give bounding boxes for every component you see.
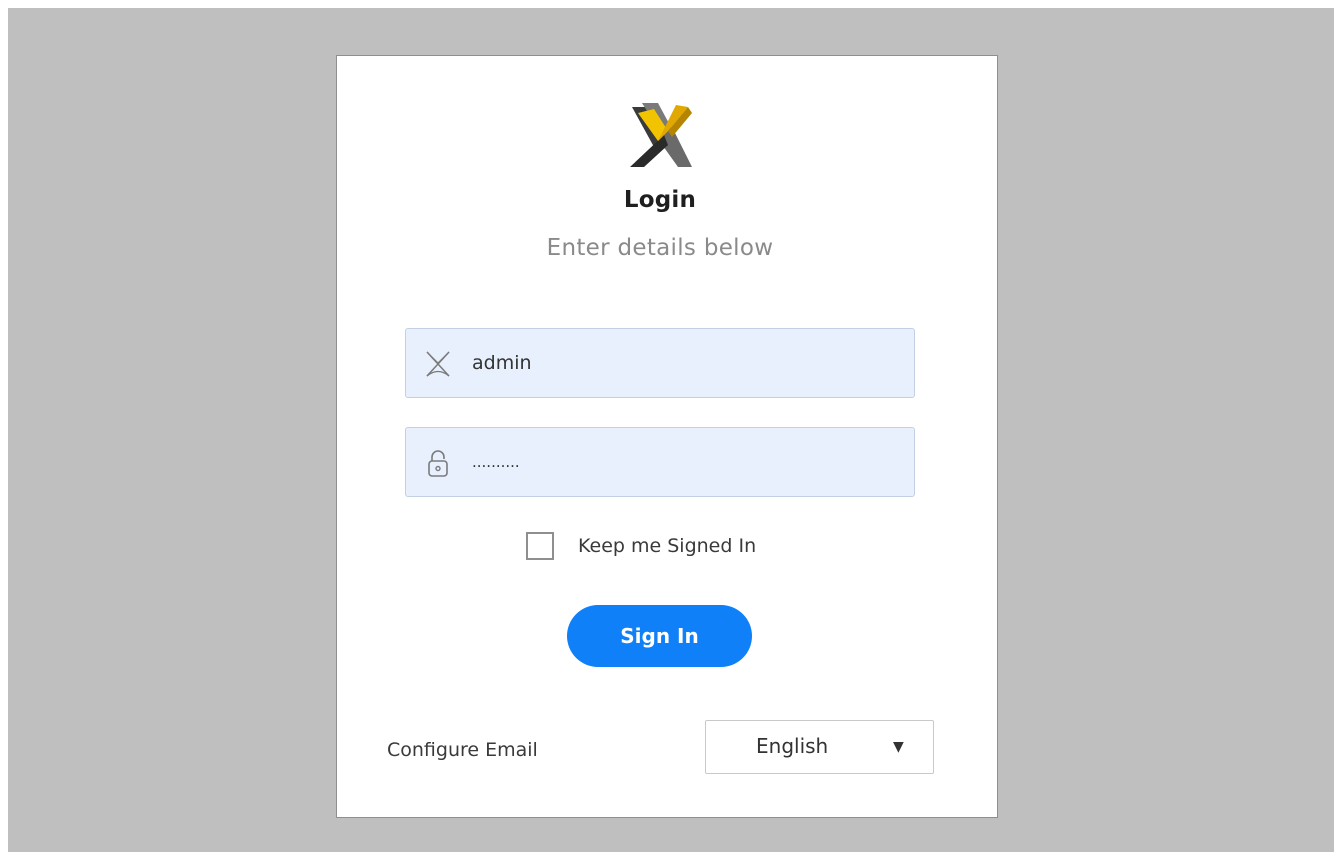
- keep-signed-in-checkbox[interactable]: [526, 532, 554, 560]
- caret-down-icon: ▼: [893, 739, 904, 755]
- user-x-icon: [426, 351, 450, 377]
- keep-signed-in-label[interactable]: Keep me Signed In: [578, 535, 756, 557]
- page-title: Login: [623, 187, 697, 213]
- configure-email-link[interactable]: Configure Email: [387, 739, 538, 761]
- password-field[interactable]: [405, 427, 915, 497]
- sign-in-button[interactable]: Sign In: [567, 605, 752, 667]
- language-select[interactable]: English ▼: [705, 720, 934, 774]
- language-selected-value: English: [756, 734, 829, 758]
- username-input[interactable]: [472, 343, 892, 383]
- app-logo: [630, 103, 692, 167]
- lock-icon: [428, 450, 448, 477]
- page-subtitle: Enter details below: [546, 235, 774, 261]
- password-input[interactable]: [472, 442, 892, 482]
- login-card: Login Enter details below Keep me Signed…: [336, 55, 998, 818]
- username-field[interactable]: [405, 328, 915, 398]
